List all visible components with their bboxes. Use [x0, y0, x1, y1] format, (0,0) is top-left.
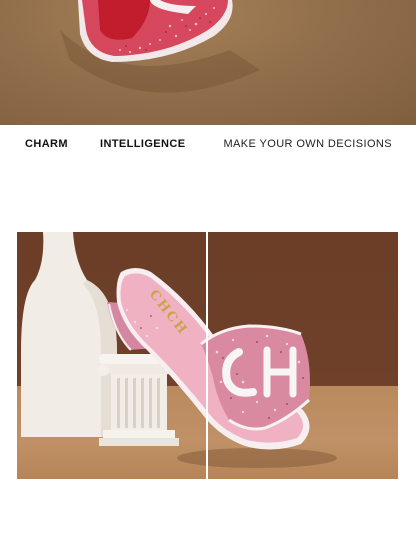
hero-texture — [0, 0, 416, 125]
product-detail-page: CHARM INTELLIGENCE MAKE YOUR OWN DECISIO… — [0, 0, 416, 547]
product-photo: CHCH — [17, 232, 398, 479]
image-split-divider — [206, 232, 208, 479]
hero-product-image — [0, 0, 416, 125]
tagline-intelligence: INTELLIGENCE — [100, 138, 186, 150]
tagline-charm: CHARM — [25, 138, 68, 150]
sandal-shadow — [177, 448, 337, 468]
tagline-make-your-own-decisions: MAKE YOUR OWN DECISIONS — [223, 138, 392, 150]
tagline-row: CHARM INTELLIGENCE MAKE YOUR OWN DECISIO… — [0, 125, 416, 165]
